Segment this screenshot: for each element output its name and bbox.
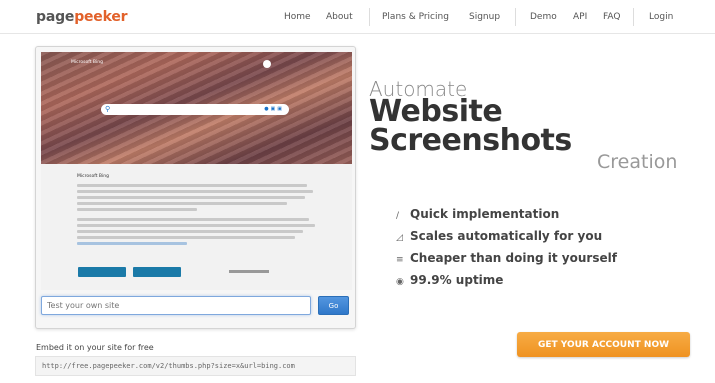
preview-text-line (77, 236, 295, 239)
list-icon: ≡ (396, 255, 404, 265)
feature-label: Scales automatically for you (410, 229, 603, 243)
nav-faq[interactable]: FAQ (603, 12, 620, 22)
preview-consent-brand: Microsoft Bing (77, 174, 109, 179)
logo-part-page: page (36, 9, 75, 25)
nav-plans-pricing[interactable]: Plans & Pricing (382, 12, 449, 22)
uptime-icon: ◉ (396, 277, 404, 287)
feature-label: Cheaper than doing it yourself (410, 251, 617, 265)
headline-creation: Creation (597, 151, 678, 173)
preview-search-icon: ⚲ (105, 105, 111, 113)
feature-label: 99.9% uptime (410, 273, 504, 287)
go-button[interactable]: Go (318, 296, 349, 315)
headline-screenshots: Screenshots (369, 123, 572, 158)
preview-text-line (77, 224, 315, 227)
preview-consent-text: Microsoft Bing (77, 174, 317, 248)
preview-text-line (77, 230, 303, 233)
screenshot-preview: Microsoft Bing ⚲ ●▣▣ Microsoft Bing (41, 52, 352, 290)
nav-about[interactable]: About (326, 12, 353, 22)
embed-code-field[interactable]: http://free.pagepeeker.com/v2/thumbs.php… (35, 356, 356, 376)
nav-divider (633, 8, 634, 26)
nav-demo[interactable]: Demo (530, 12, 557, 22)
preview-text-line (77, 184, 307, 187)
feature-item: ◉ 99.9% uptime (396, 273, 503, 287)
nav-signup[interactable]: Signup (469, 12, 500, 22)
preview-bing-logo: Microsoft Bing (71, 60, 103, 65)
feature-item: ∕ Quick implementation (396, 207, 559, 221)
nav-divider (369, 8, 370, 26)
preview-search-bar: ⚲ ●▣▣ (101, 104, 289, 115)
embed-label: Embed it on your site for free (36, 343, 154, 352)
preview-more-options (229, 270, 269, 273)
preview-link-line (77, 242, 187, 245)
nav-api[interactable]: API (573, 12, 587, 22)
preview-text-line (77, 202, 287, 205)
feature-label: Quick implementation (410, 207, 560, 221)
feature-item: ≡ Cheaper than doing it yourself (396, 251, 617, 265)
nav-home[interactable]: Home (284, 12, 311, 22)
nav-divider (515, 8, 516, 26)
preview-hero-image: Microsoft Bing ⚲ ●▣▣ (41, 52, 352, 164)
preview-text-line (77, 218, 309, 221)
preview-text-line (77, 196, 305, 199)
logo-part-peeker: peeker (74, 9, 128, 25)
pencil-icon: ∕ (396, 211, 400, 221)
preview-mic-camera-icon: ●▣▣ (264, 106, 284, 112)
site-logo[interactable]: pagepeeker (36, 9, 128, 25)
preview-reject-button (133, 267, 181, 277)
get-account-button[interactable]: GET YOUR ACCOUNT NOW (517, 332, 690, 357)
demo-card: Microsoft Bing ⚲ ●▣▣ Microsoft Bing Go (35, 46, 356, 329)
preview-accept-button (78, 267, 126, 277)
chart-icon: ◿ (396, 233, 403, 243)
preview-avatar-icon (263, 60, 271, 68)
nav-login[interactable]: Login (649, 12, 673, 22)
preview-text-line (77, 208, 197, 211)
preview-text-line (77, 190, 313, 193)
test-url-input[interactable] (41, 296, 311, 315)
site-header: pagepeeker Home About Plans & Pricing Si… (0, 0, 715, 34)
feature-item: ◿ Scales automatically for you (396, 229, 602, 243)
